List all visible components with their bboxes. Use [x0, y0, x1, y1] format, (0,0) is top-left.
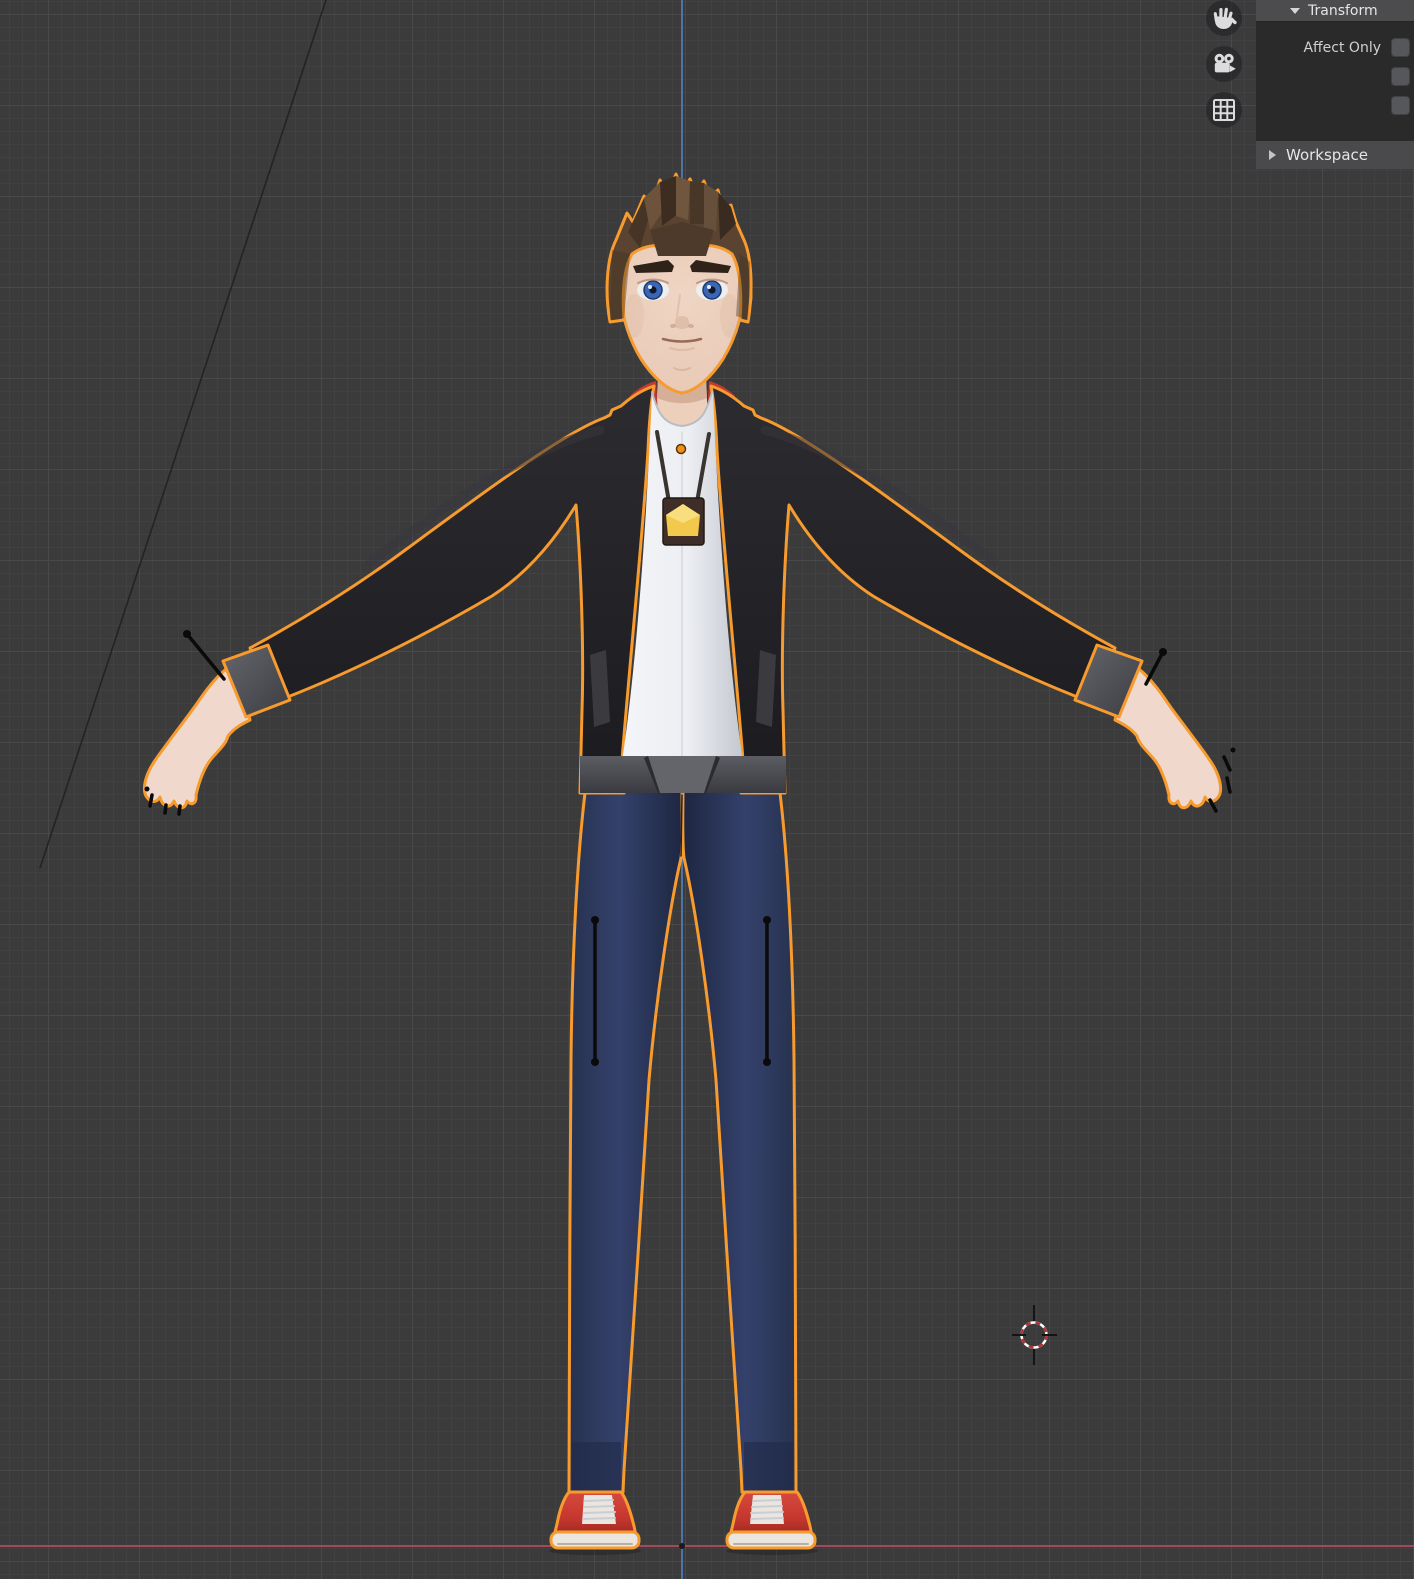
- world-origin-dot: [679, 1543, 685, 1549]
- right-shoe: [725, 1490, 818, 1555]
- chevron-right-icon: [1269, 150, 1276, 160]
- character-model[interactable]: [142, 172, 1236, 1555]
- transform-panel-header[interactable]: Transform: [1256, 0, 1414, 22]
- transform-panel-title: Transform: [1308, 2, 1378, 19]
- affect-only-label: Affect Only: [1303, 39, 1381, 56]
- 3d-cursor: [1012, 1305, 1057, 1365]
- object-origin-dot: [675, 443, 687, 455]
- jacket-hem: [580, 756, 786, 793]
- camera-icon: [1214, 53, 1236, 73]
- affect-only-origins-checkbox[interactable]: [1391, 38, 1410, 57]
- toggle-ortho-grid-button[interactable]: [1206, 92, 1242, 128]
- affect-only-locations-checkbox[interactable]: [1391, 67, 1410, 86]
- blender-window: { "app": "blender-3d-viewport", "sidebar…: [0, 0, 1414, 1579]
- head: [605, 172, 753, 395]
- left-shoe: [549, 1490, 641, 1555]
- pan-view-button[interactable]: [1206, 0, 1242, 36]
- hand-icon: [1213, 7, 1237, 29]
- camera-view-button[interactable]: [1206, 46, 1242, 82]
- workspace-panel-header[interactable]: Workspace: [1256, 141, 1414, 169]
- grid-icon: [1213, 99, 1235, 121]
- affect-only-parents-checkbox[interactable]: [1391, 96, 1410, 115]
- transform-panel-body: Affect Only: [1256, 22, 1414, 141]
- workspace-panel-title: Workspace: [1286, 146, 1368, 164]
- sidebar-n-panel: Transform Affect Only Workspace: [1256, 0, 1414, 169]
- scene-layer: [0, 0, 1414, 1579]
- chevron-down-icon: [1290, 7, 1300, 14]
